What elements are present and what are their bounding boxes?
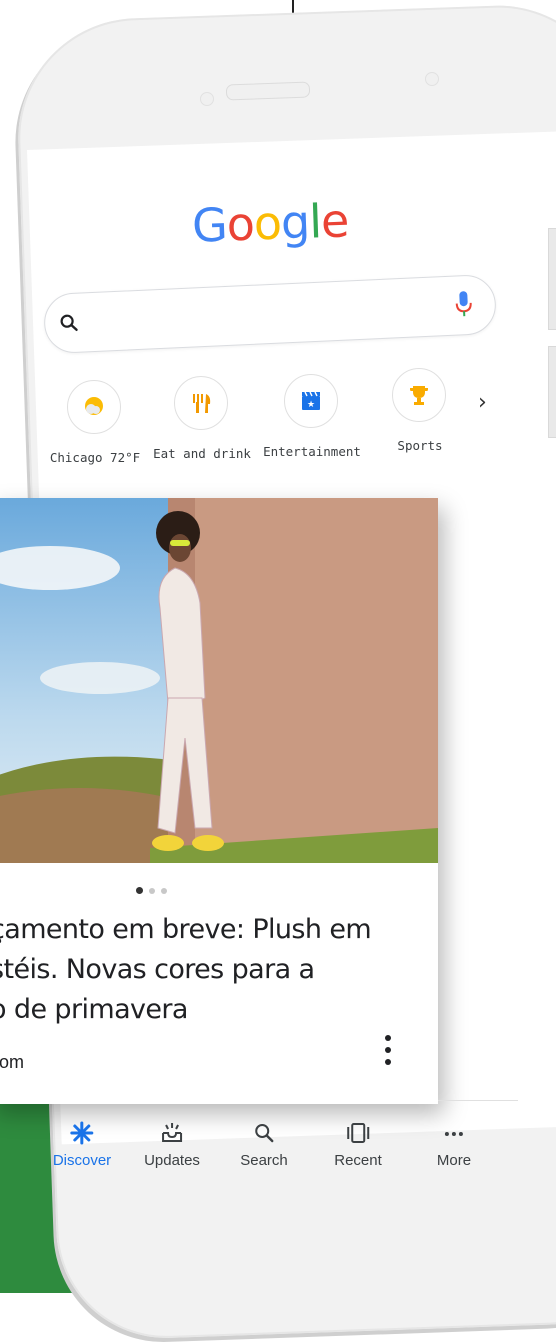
discover-icon <box>53 1118 111 1148</box>
logo-letter: o <box>253 196 282 251</box>
front-camera <box>200 92 214 106</box>
side-button-lower <box>548 346 556 438</box>
logo-letter: e <box>320 193 349 248</box>
card-title-line[interactable]: çamento em breve: Plush em <box>0 914 371 945</box>
search-icon <box>59 313 80 334</box>
chip-eat-and-drink[interactable]: Eat and drink <box>174 376 228 430</box>
more-vert-icon[interactable] <box>384 1032 392 1072</box>
nav-more[interactable]: More <box>437 1118 471 1169</box>
clapperboard-icon: ★ <box>284 374 338 428</box>
chip-label: Entertainment <box>263 444 361 459</box>
nav-label: Search <box>240 1152 288 1169</box>
svg-text:★: ★ <box>307 400 315 410</box>
nav-updates[interactable]: Updates <box>144 1118 200 1169</box>
more-icon <box>437 1118 471 1148</box>
recent-icon <box>334 1118 382 1148</box>
restaurant-icon <box>174 376 228 430</box>
chip-entertainment[interactable]: ★ Entertainment <box>284 374 338 428</box>
card-source: com <box>0 1052 24 1073</box>
discover-card[interactable]: çamento em breve: Plush em stéis. Novas … <box>0 498 438 1104</box>
card-image <box>0 498 438 863</box>
nav-label: Recent <box>334 1152 382 1169</box>
carousel-dot <box>161 888 167 894</box>
updates-icon <box>144 1118 200 1148</box>
side-button-upper <box>548 228 556 330</box>
chip-label: Chicago 72°F <box>50 450 140 465</box>
nav-divider <box>438 1100 518 1101</box>
chip-label: Eat and drink <box>153 446 251 461</box>
trophy-icon <box>392 368 446 422</box>
nav-recent[interactable]: Recent <box>334 1118 382 1169</box>
carousel-dot <box>149 888 155 894</box>
weather-icon <box>67 380 121 434</box>
nav-discover[interactable]: Discover <box>53 1118 111 1169</box>
chip-sports[interactable]: Sports <box>392 368 446 422</box>
logo-letter: g <box>280 195 310 250</box>
mic-icon[interactable] <box>454 290 473 319</box>
carousel-dots <box>136 881 173 899</box>
chevron-right-icon[interactable]: › <box>478 390 487 415</box>
nav-label: Discover <box>53 1152 111 1169</box>
logo-letter: o <box>226 197 255 252</box>
nav-label: Updates <box>144 1152 200 1169</box>
nav-search[interactable]: Search <box>240 1118 288 1169</box>
logo-letter: G <box>191 198 228 253</box>
chip-weather[interactable]: Chicago 72°F <box>67 380 121 434</box>
proximity-sensor <box>425 72 439 86</box>
carousel-dot-active <box>136 887 143 894</box>
card-title-line[interactable]: stéis. Novas cores para a <box>0 954 314 985</box>
card-title-line[interactable]: o de primavera <box>0 994 188 1025</box>
chip-label: Sports <box>397 438 442 453</box>
google-logo: Google <box>191 193 349 252</box>
nav-label: More <box>437 1152 471 1169</box>
speaker-grille <box>226 82 311 101</box>
search-icon <box>240 1118 288 1148</box>
